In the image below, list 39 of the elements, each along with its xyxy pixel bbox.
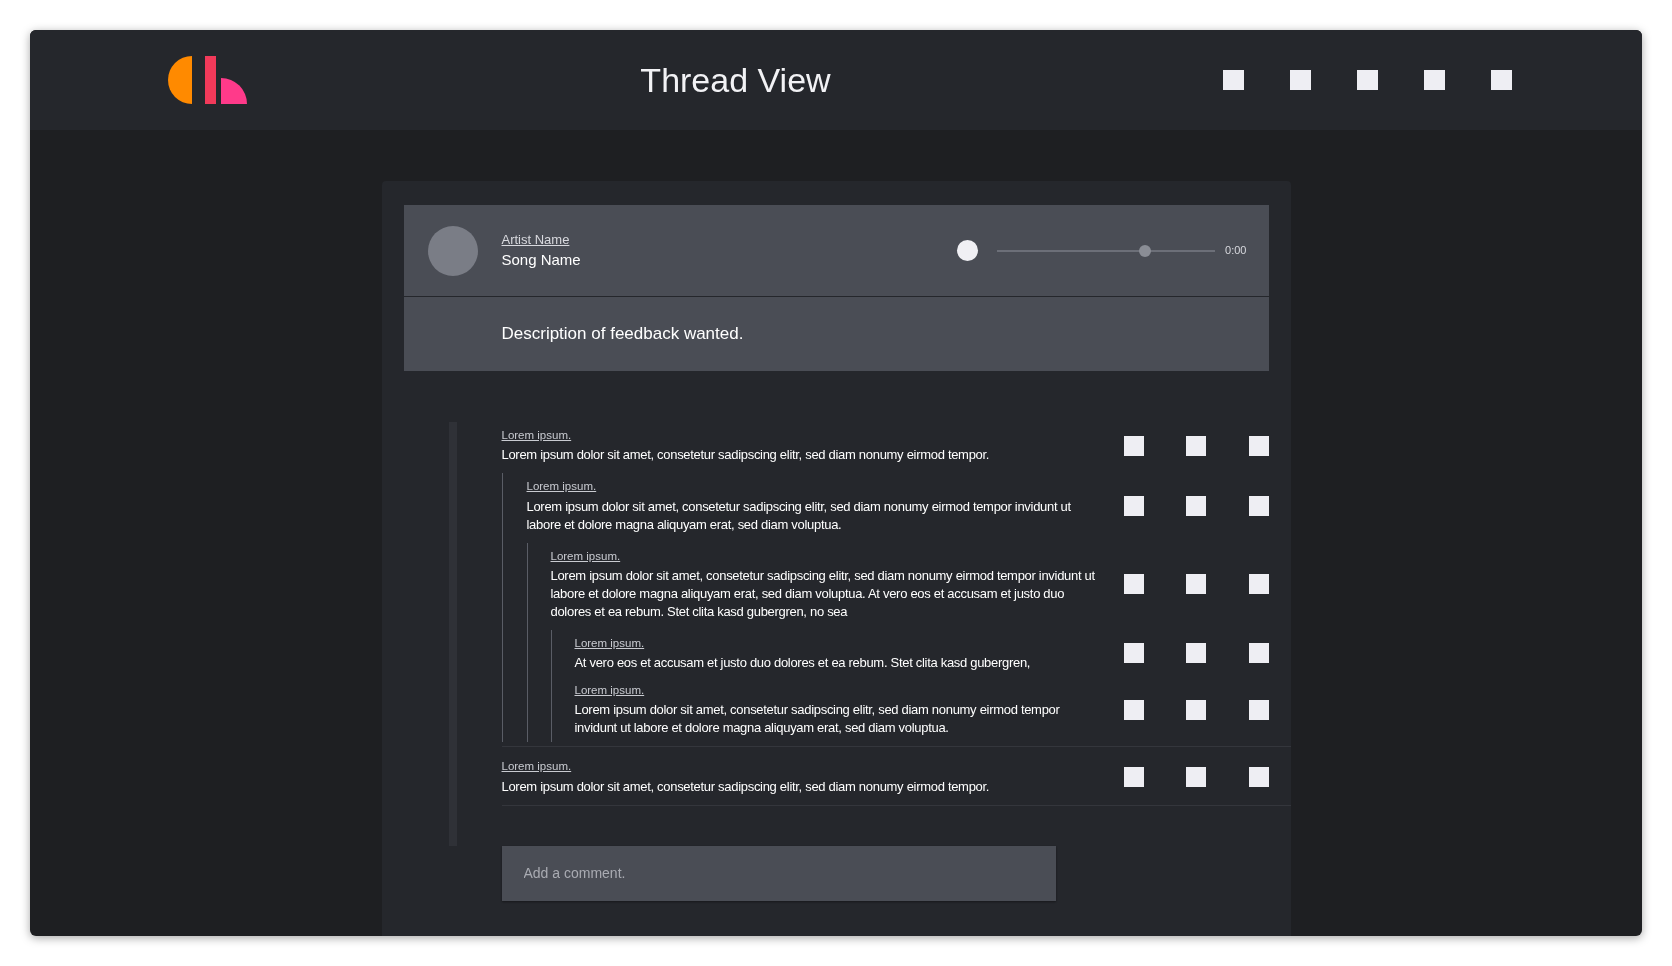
comment-text: At vero eos et accusam et justo duo dolores et ea rebum. Stet clita kasd gubergren, <box>574 654 1032 672</box>
square-icon[interactable] <box>1123 766 1144 787</box>
square-icon[interactable] <box>1123 495 1144 516</box>
play-button[interactable] <box>957 240 979 261</box>
square-icon[interactable] <box>1186 643 1206 664</box>
square-icon[interactable] <box>1186 574 1206 595</box>
square-icon[interactable] <box>1248 435 1269 456</box>
comment-author-link[interactable]: Lorem ipsum. <box>526 478 1104 496</box>
comment-author-link[interactable]: Lorem ipsum. <box>501 427 1104 445</box>
comment-text: Lorem ipsum dolor sit amet, consetetur sadipscing elitr, sed diam nonumy eirmod tempor. <box>501 777 991 796</box>
comment-author-link[interactable]: Lorem ipsum. <box>574 634 1104 652</box>
square-icon[interactable] <box>1248 643 1269 664</box>
comment-text: Lorem ipsum dolor sit amet, consetetur sadipscing elitr, sed diam nonumy eirmod tempor. <box>501 446 991 465</box>
comment-author-link[interactable]: Lorem ipsum. <box>501 758 1104 776</box>
square-icon[interactable] <box>1186 766 1206 787</box>
square-icon[interactable] <box>1123 699 1144 720</box>
comment-text: Lorem ipsum dolor sit amet, consetetur sadipscing elitr, sed diam nonumy eirmod tempor invidunt ut labore et dolore magna aliquyam erat, sed diam voluptua. <box>526 497 1072 534</box>
comment-text: Lorem ipsum dolor sit amet, consetetur sadipscing elitr, sed diam nonumy eirmod tempor invidunt ut labore et dolore magna aliquyam erat, sed diam voluptua. At vero eos et accusam et justo duo dolores et ea rebum. Stet clita kasd gubergren, no sea <box>550 566 1096 621</box>
square-icon[interactable] <box>1186 699 1206 720</box>
comment-author-link[interactable]: Lorem ipsum. <box>574 682 1104 700</box>
song-name: Song Name <box>501 250 582 270</box>
comment-text: Lorem ipsum dolor sit amet, consetetur sadipscing elitr, sed diam nonumy eirmod tempor invidunt ut labore et dolore magna aliquyam erat, sed diam voluptua. <box>574 701 1061 738</box>
square-icon[interactable] <box>1123 643 1144 664</box>
square-icon[interactable] <box>1248 495 1269 516</box>
page-title: Thread View <box>640 59 831 101</box>
comment-author-link[interactable]: Lorem ipsum. <box>550 547 1104 565</box>
square-icon[interactable] <box>1123 574 1144 595</box>
comment-input-field[interactable]: Add a comment. <box>501 845 1056 901</box>
time-label: 0:00 <box>1225 243 1247 259</box>
square-icon[interactable] <box>1123 435 1144 456</box>
square-icon[interactable] <box>1248 574 1269 595</box>
description-text: Description of feedback wanted. <box>501 323 744 346</box>
square-icon[interactable] <box>1248 766 1269 787</box>
square-icon[interactable] <box>1186 495 1206 516</box>
artist-link[interactable]: Artist Name <box>501 229 958 249</box>
progress-track[interactable] <box>997 244 1216 257</box>
progress-thumb[interactable] <box>1139 244 1152 257</box>
square-icon[interactable] <box>1248 699 1269 720</box>
square-icon[interactable] <box>1186 435 1206 456</box>
